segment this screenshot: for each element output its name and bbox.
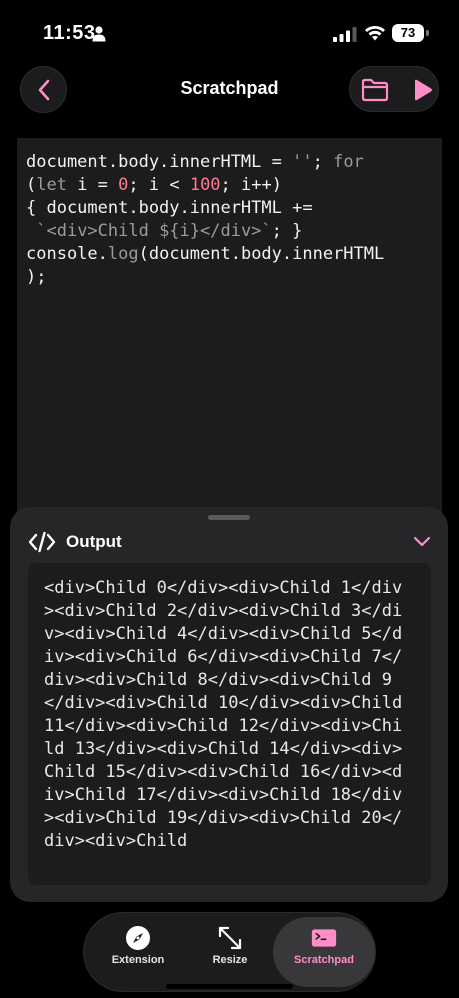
tab-resize-label: Resize [212,954,248,966]
code-editor-text[interactable]: document.body.innerHTML = ''; for (let i… [26,151,438,289]
collapse-output-button[interactable] [410,533,434,551]
action-group [349,66,439,112]
open-folder-button[interactable] [360,75,390,105]
output-box[interactable]: <div>Child 0</div><div>Child 1</div><div… [28,563,431,885]
home-indicator [166,984,293,989]
tab-bar: Extension Resize Scratchpad [83,912,376,992]
code-token: log [107,244,139,264]
wifi-icon [365,26,385,41]
compass-icon [125,925,151,951]
status-time: 11:53 [43,22,96,44]
battery-tip [426,30,429,36]
status-bar: 11:53 73 [0,0,459,62]
code-icon [28,531,56,553]
tab-resize[interactable]: Resize [186,913,274,993]
output-header: Output [10,525,448,559]
tab-scratchpad[interactable]: Scratchpad [273,917,375,987]
run-button[interactable] [410,76,436,104]
terminal-icon [311,925,337,951]
code-token: `<div>Child ${i}</div>` [36,221,272,241]
resize-icon [217,925,243,951]
code-token: document.body.innerHTML = [26,152,293,172]
play-icon [415,79,432,101]
nav-bar: Scratchpad [0,62,459,118]
chevron-down-icon [413,536,431,547]
code-token: ; i < [128,175,190,195]
person-icon [92,26,106,42]
code-token: '' [292,152,313,172]
tab-scratchpad-label: Scratchpad [294,954,354,966]
code-token: 100 [189,175,221,195]
signal-icon [333,27,357,42]
code-token: ; [312,152,334,172]
output-title: Output [66,532,122,551]
drag-handle[interactable] [208,515,250,520]
code-token: i = [66,175,119,195]
tab-extension[interactable]: Extension [92,913,184,993]
battery-indicator: 73 [392,24,424,42]
code-token: ( [26,175,37,195]
code-token: let [36,175,67,195]
code-editor[interactable]: document.body.innerHTML = ''; for (let i… [17,138,442,528]
output-text: <div>Child 0</div><div>Child 1</div><div… [44,578,413,851]
code-token: 0 [118,175,129,195]
code-token: for [333,152,364,172]
tab-extension-label: Extension [111,954,165,966]
folder-icon [361,78,389,102]
output-panel: Output <div>Child 0</div><div>Child 1</d… [10,507,448,902]
